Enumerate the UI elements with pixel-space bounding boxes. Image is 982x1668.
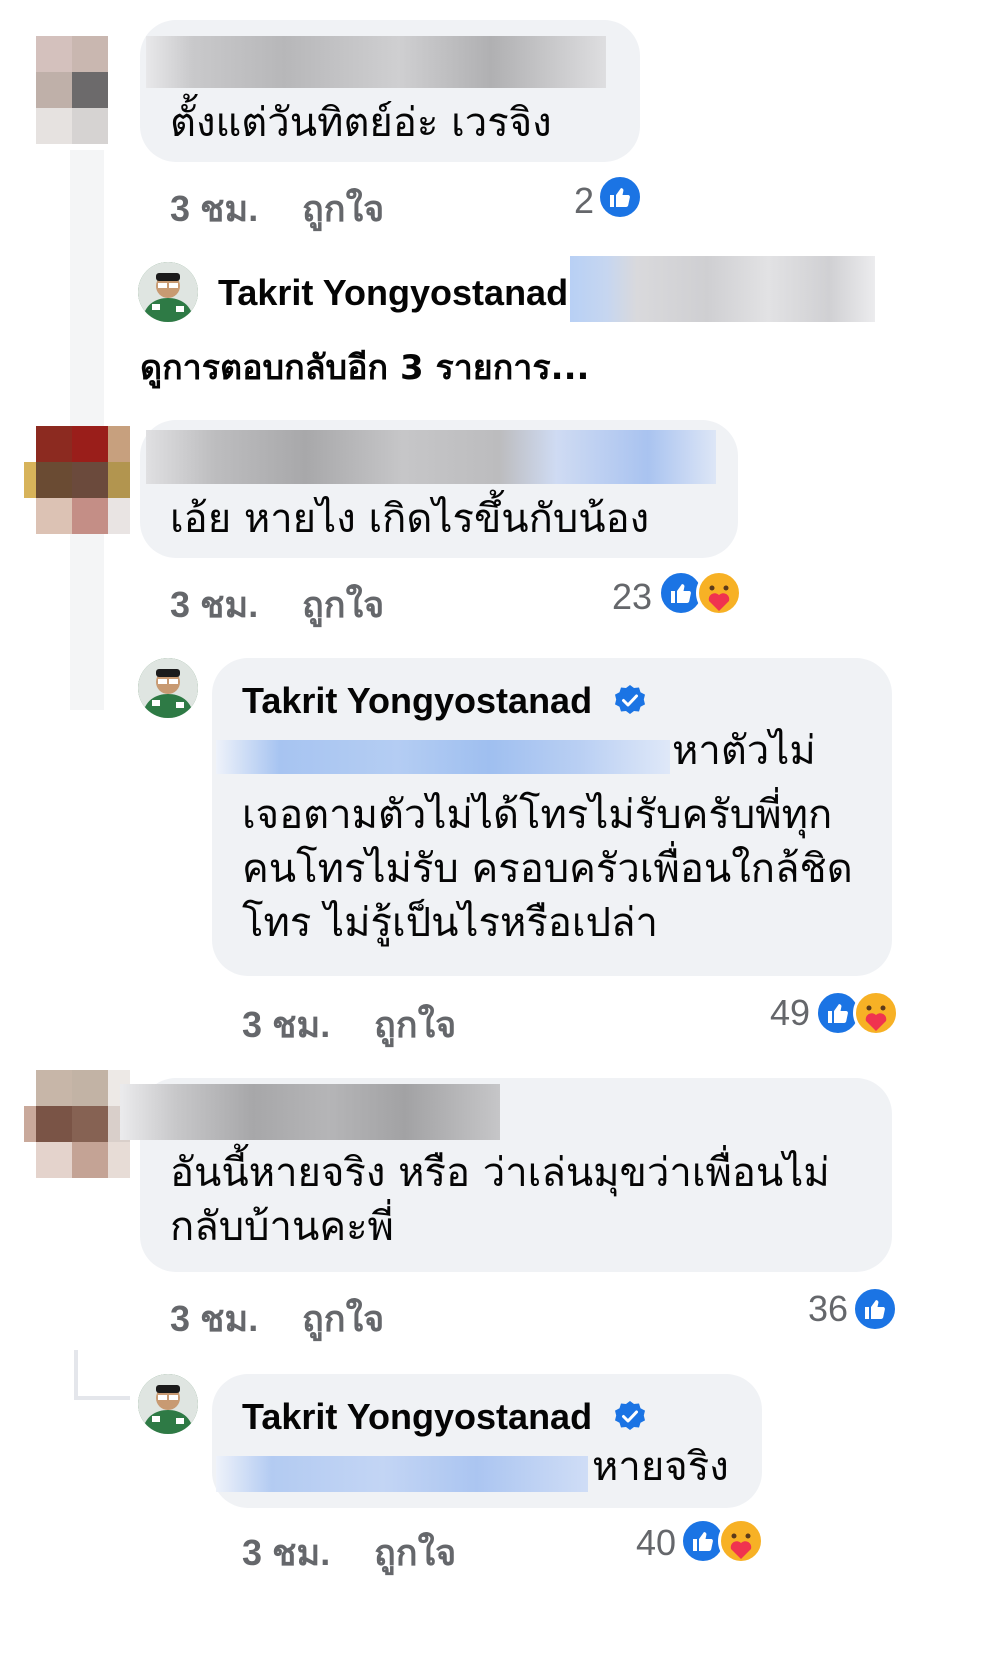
like-button[interactable]: ถูกใจ [302, 576, 384, 633]
avatar[interactable] [24, 1070, 130, 1178]
like-button[interactable]: ถูกใจ [374, 1524, 456, 1581]
avatar[interactable] [138, 1374, 198, 1434]
comment-time[interactable]: 3 ชม. [170, 576, 258, 633]
thread-line [74, 1350, 78, 1400]
comment-time[interactable]: 3 ชม. [170, 1290, 258, 1347]
reply-author-name[interactable]: Takrit Yongyostanad [242, 680, 592, 722]
reply-text: เจอตามตัวไม่ได้โทรไม่รับครับพี่ทุก คนโทร… [242, 792, 853, 946]
comment-time[interactable]: 3 ชม. [170, 180, 258, 237]
like-button[interactable]: ถูกใจ [302, 1290, 384, 1347]
blurred-reply-text [570, 256, 875, 322]
reaction-count[interactable]: 36 [782, 1288, 848, 1330]
like-icon [852, 1286, 898, 1332]
blurred-author-name [120, 1084, 500, 1140]
reaction-count[interactable]: 40 [614, 1522, 676, 1564]
verified-badge-icon [615, 1401, 645, 1430]
comment-text: ตั้งแต่วันทิตย์อ่ะ เวรจิง [170, 100, 552, 146]
care-icon [718, 1518, 764, 1564]
mentioned-user-link[interactable] [216, 1456, 588, 1492]
reaction-count[interactable]: 2 [540, 180, 594, 222]
blurred-author-name [146, 36, 606, 88]
mentioned-user-link[interactable] [216, 740, 670, 774]
like-button[interactable]: ถูกใจ [302, 180, 384, 237]
comment-text: อันนี้หายจริง หรือ ว่าเล่นมุขว่าเพื่อนไม… [170, 1150, 830, 1250]
reply-text-line1: หาตัวไม่ [672, 728, 816, 774]
avatar[interactable] [138, 262, 198, 322]
like-button[interactable]: ถูกใจ [374, 996, 456, 1053]
care-icon [696, 570, 742, 616]
like-icon [597, 174, 643, 220]
comment-text: เอ้ย หายไง เกิดไรขึ้นกับน้อง [170, 496, 650, 542]
blurred-author-name [146, 430, 716, 484]
avatar[interactable] [138, 658, 198, 718]
verified-badge-icon [615, 685, 645, 714]
avatar[interactable] [24, 426, 130, 536]
reaction-count[interactable]: 49 [748, 992, 810, 1034]
reply-time[interactable]: 3 ชม. [242, 996, 330, 1053]
care-icon [853, 990, 899, 1036]
reply-time[interactable]: 3 ชม. [242, 1524, 330, 1581]
reaction-count[interactable]: 23 [590, 576, 652, 618]
reply-author-name[interactable]: Takrit Yongyostanad [218, 272, 568, 314]
view-more-replies-link[interactable]: ดูการตอบกลับอีก 3 รายการ... [140, 340, 589, 394]
thread-line [74, 1396, 130, 1400]
reply-author-name[interactable]: Takrit Yongyostanad [242, 1396, 592, 1438]
avatar[interactable] [36, 36, 108, 144]
reply-text-line1: หายจริง [592, 1444, 729, 1490]
